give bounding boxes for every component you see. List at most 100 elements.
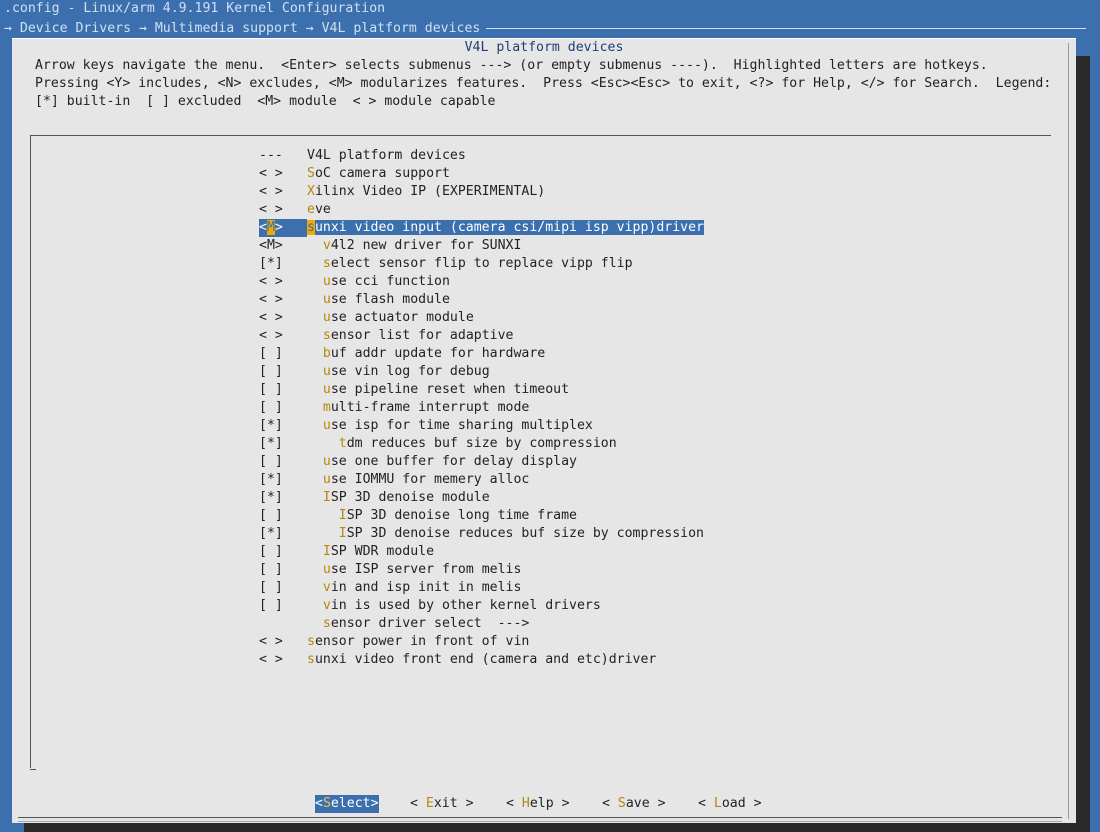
hotkey-letter: v [322,580,331,595]
menu-item-text: in and isp init in melis [330,580,522,595]
menu-item-state[interactable]: [ ] [259,561,307,579]
button-bracket: < [698,796,714,811]
menu-item[interactable]: < > use flash module [259,291,704,309]
menu-item-text: ensor list for adaptive [330,328,514,343]
menu-item[interactable]: [ ] multi-frame interrupt mode [259,399,704,417]
menu-item-label: sensor power in front of vin [307,634,529,649]
menu-item[interactable]: < > use actuator module [259,309,704,327]
menu-item[interactable]: sensor driver select ---> [259,615,704,633]
menu-item[interactable]: < > sensor power in front of vin [259,633,704,651]
button-label: elect> [330,796,379,811]
menu-item[interactable]: < > eve [259,201,704,219]
menu-item-text: SP WDR module [330,544,435,559]
menu-item-text: V4L platform devices [307,148,466,163]
menu-item-state[interactable]: [ ] [259,363,307,381]
menu-item[interactable]: [ ] use pipeline reset when timeout [259,381,704,399]
menu-item-state[interactable]: < > [259,273,307,291]
menu-item-state[interactable]: < > [259,291,307,309]
menu-item[interactable]: [*] ISP 3D denoise reduces buf size by c… [259,525,704,543]
menu-item[interactable]: <M> v4l2 new driver for SUNXI [259,237,704,255]
menu-item-state[interactable]: [ ] [259,453,307,471]
menu-item-state[interactable]: [ ] [259,399,307,417]
dialog-shadow-right [1076,56,1090,832]
hotkey-letter: u [322,472,331,487]
menu-item-text: ensor power in front of vin [314,634,530,649]
menu-item-label: select sensor flip to replace vipp flip [307,256,633,271]
menu-item-state[interactable]: [ ] [259,381,307,399]
menu-item[interactable]: < > SoC camera support [259,165,704,183]
menu-item-state[interactable]: <M> [259,219,307,237]
menu-item[interactable]: [*] use IOMMU for memery alloc [259,471,704,489]
menu-item-label: eve [307,202,331,217]
menu-item-state[interactable]: [*] [259,525,307,543]
menu-item-state[interactable]: [*] [259,417,307,435]
select-button[interactable]: <Select> [315,795,379,813]
menu-item-state[interactable]: < > [259,327,307,345]
menu-item[interactable]: < > sunxi video front end (camera and etc… [259,651,704,669]
menu-item-text: ilinx Video IP (EXPERIMENTAL) [314,184,546,199]
menu-item-state[interactable]: < > [259,651,307,669]
menu-item-state[interactable]: [*] [259,255,307,273]
menu-item-state[interactable]: < > [259,201,307,219]
menu-box-corner [30,769,36,770]
menu-item-text: se actuator module [330,310,474,325]
menu-item[interactable]: [*] ISP 3D denoise module [259,489,704,507]
exit-button[interactable]: < Exit > [410,795,474,813]
hotkey-letter: E [425,796,434,811]
dialog-right-border [1068,43,1069,819]
menu-item-text: unxi video front end (camera and etc)dri… [314,652,657,667]
menu-item[interactable]: < > Xilinx Video IP (EXPERIMENTAL) [259,183,704,201]
menu-item[interactable]: [ ] use one buffer for delay display [259,453,704,471]
hotkey-letter: s [307,220,315,235]
menu-item-state[interactable]: [ ] [259,579,307,597]
help-button[interactable]: < Help > [506,795,570,813]
menu-item[interactable]: [*] select sensor flip to replace vipp f… [259,255,704,273]
menu-item-state[interactable]: [ ] [259,507,307,525]
menu-item[interactable]: [ ] ISP 3D denoise long time frame [259,507,704,525]
menu-item[interactable]: < > use cci function [259,273,704,291]
menu-item-state[interactable]: < > [259,309,307,327]
state-bracket: < [259,220,267,235]
menu-item[interactable]: [ ] buf addr update for hardware [259,345,704,363]
hotkey-letter: b [322,346,331,361]
menu-item-state[interactable]: < > [259,183,307,201]
menu-item-state[interactable]: < > [259,165,307,183]
dialog-shadow-bottom [24,822,1090,832]
menu-item[interactable]: [*] tdm reduces buf size by compression [259,435,704,453]
menu-item-state[interactable]: [*] [259,435,307,453]
menu-item-state[interactable]: < > [259,633,307,651]
menu-item-state[interactable]: [*] [259,471,307,489]
menu-item-text: se ISP server from melis [330,562,522,577]
menu-item-state[interactable]: --- [259,147,307,165]
menu-item-state[interactable]: [ ] [259,543,307,561]
menu-item-label: sunxi video front end (camera and etc)dr… [307,652,656,667]
menu-list[interactable]: --- V4L platform devices < > SoC camera sup… [259,147,704,669]
help-line: Pressing <Y> includes, <N> excludes, <M>… [35,76,1052,91]
menu-item-text: se isp for time sharing multiplex [330,418,593,433]
menu-item-state[interactable]: <M> [259,237,307,255]
menu-item[interactable]: [ ] vin and isp init in melis [259,579,704,597]
save-button[interactable]: < Save > [602,795,666,813]
menu-item[interactable]: [*] use isp for time sharing multiplex [259,417,704,435]
menu-item-state[interactable]: [ ] [259,597,307,615]
load-button[interactable]: < Load > [698,795,762,813]
hotkey-letter: t [338,436,347,451]
hotkey-letter: L [713,796,722,811]
help-line: Arrow keys navigate the menu. <Enter> se… [35,58,988,73]
hotkey-letter: S [617,796,626,811]
menu-item[interactable]: <M> sunxi video input (camera csi/mipi is… [259,219,704,237]
menu-item[interactable]: < > sensor list for adaptive [259,327,704,345]
menu-item[interactable]: [ ] use vin log for debug [259,363,704,381]
menu-item[interactable]: --- V4L platform devices [259,147,704,165]
menu-item-state[interactable]: [*] [259,489,307,507]
menu-item[interactable]: [ ] use ISP server from melis [259,561,704,579]
menu-item-label: tdm reduces buf size by compression [307,436,617,451]
hotkey-letter: u [322,418,331,433]
menu-item[interactable]: [ ] vin is used by other kernel drivers [259,597,704,615]
menu-item-state[interactable]: [ ] [259,345,307,363]
menu-item[interactable]: [ ] ISP WDR module [259,543,704,561]
